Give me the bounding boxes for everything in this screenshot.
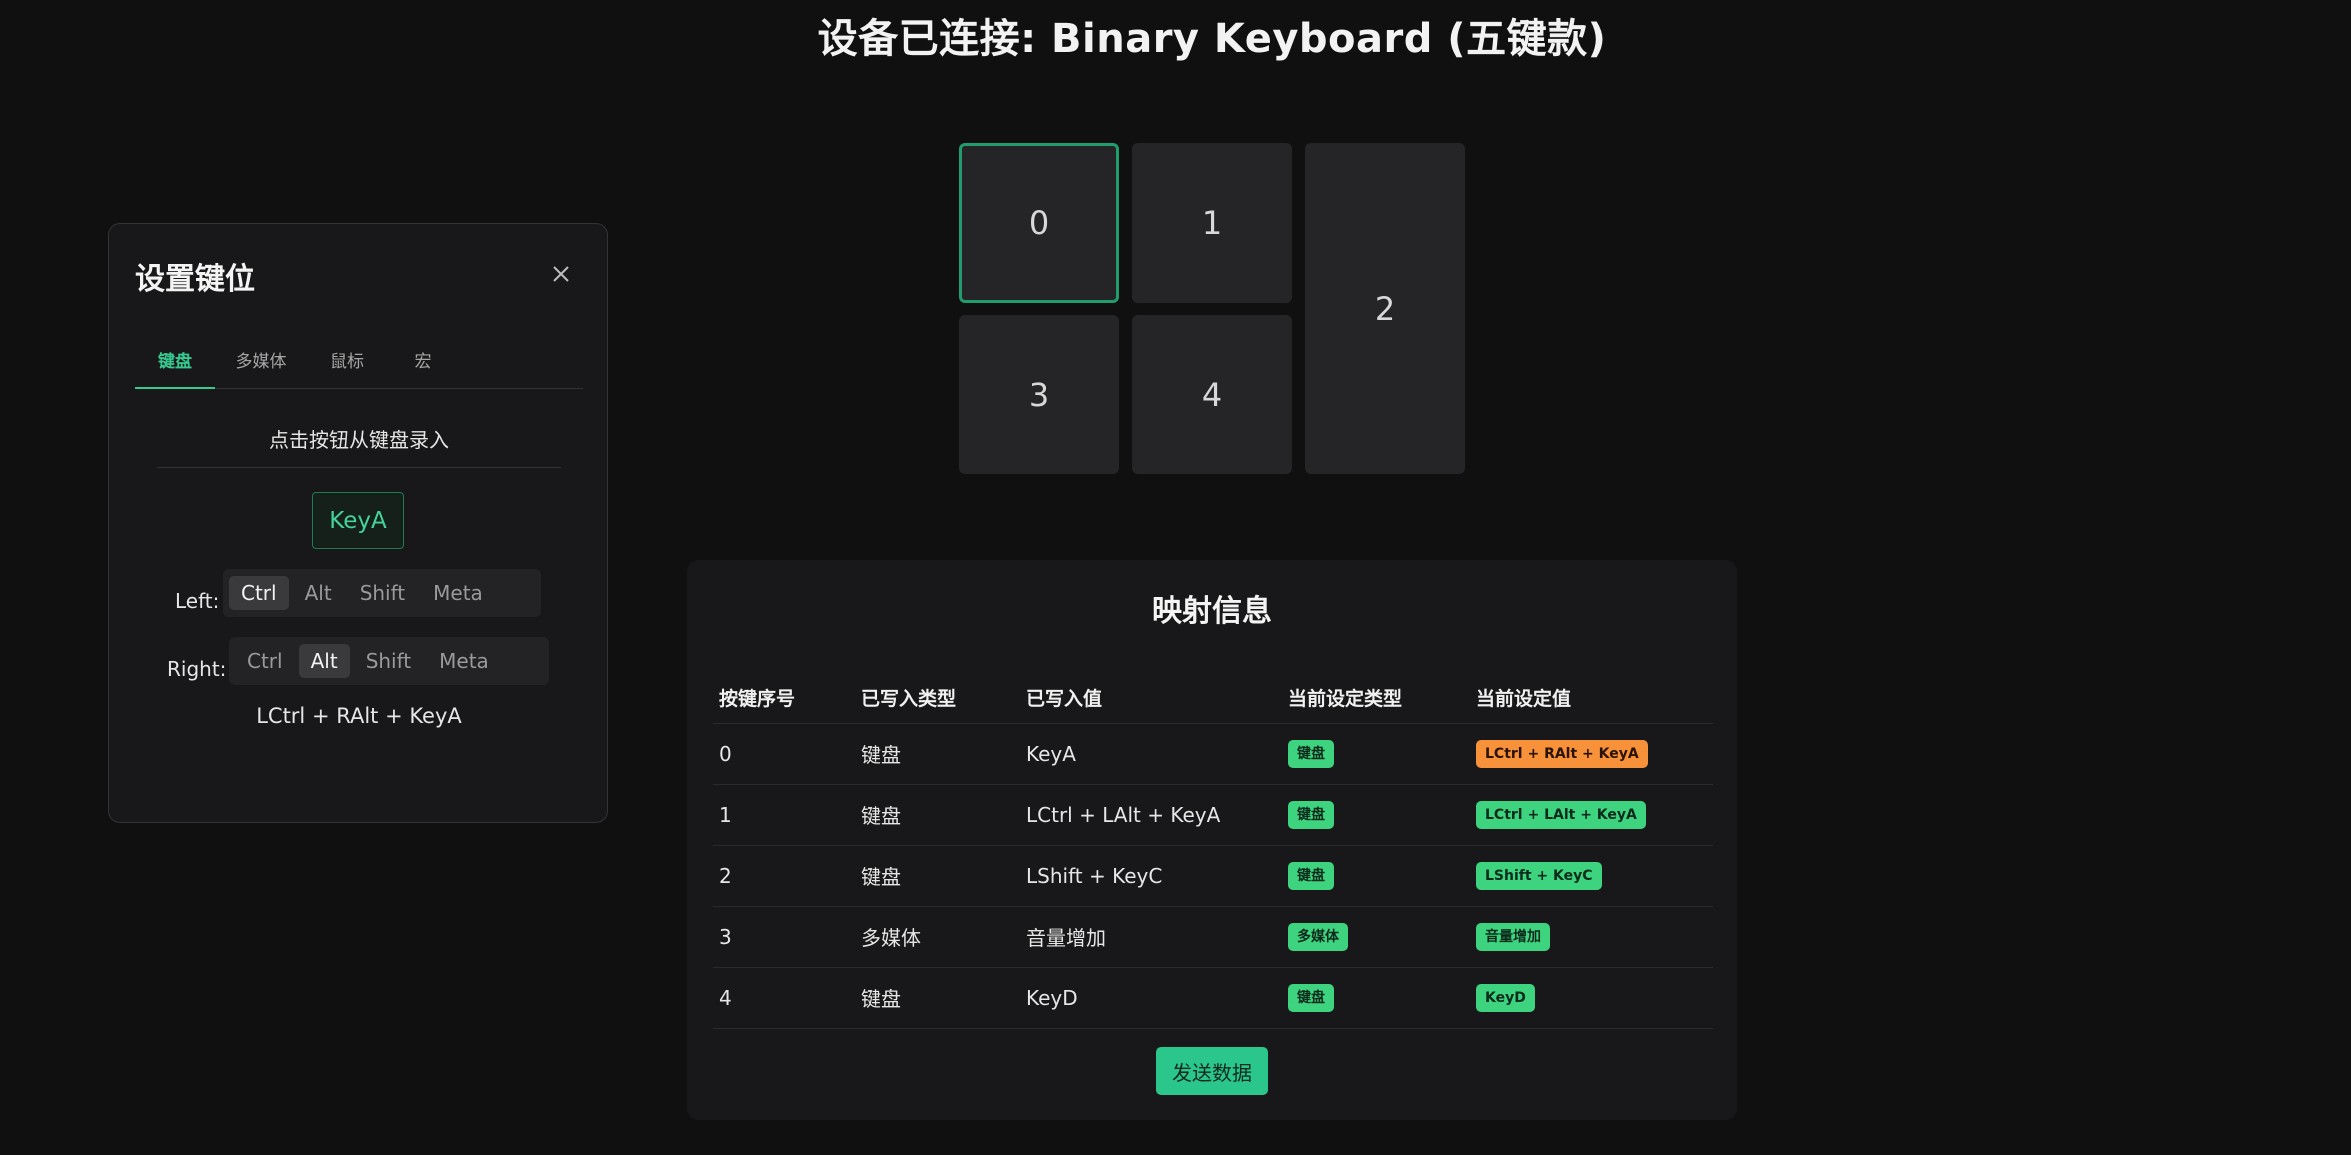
cell-index: 0 [713,723,855,785]
record-hint: 点击按钮从键盘录入 [157,424,561,468]
tab-bar: 键盘 多媒体 鼠标 宏 [135,344,583,389]
value-tag: LCtrl + LAlt + KeyA [1476,801,1646,829]
header-written-type: 已写入类型 [855,673,1020,724]
key-1[interactable]: 1 [1132,143,1292,303]
cell-current-value: LCtrl + LAlt + KeyA [1470,784,1713,846]
table-row: 3 多媒体 音量增加 多媒体 音量增加 [713,906,1713,968]
right-modifier-group: Ctrl Alt Shift Meta [229,637,549,685]
cell-written-value: LCtrl + LAlt + KeyA [1020,784,1282,846]
key-4[interactable]: 4 [1132,315,1292,474]
header-index: 按键序号 [713,673,855,724]
tab-keyboard[interactable]: 键盘 [135,344,215,389]
cell-index: 3 [713,906,855,968]
value-tag: LCtrl + RAlt + KeyA [1476,740,1648,768]
record-key-button[interactable]: KeyA [312,492,404,549]
cell-written-value: KeyD [1020,967,1282,1029]
mapping-title: 映射信息 [1152,594,1272,629]
left-ctrl-toggle[interactable]: Ctrl [229,576,289,610]
type-tag: 键盘 [1288,801,1334,829]
cell-written-type: 键盘 [855,784,1020,846]
left-alt-toggle[interactable]: Alt [293,576,344,610]
right-shift-toggle[interactable]: Shift [354,644,423,678]
cell-current-value: 音量增加 [1470,906,1713,968]
header-current-type: 当前设定类型 [1282,673,1470,724]
cell-index: 1 [713,784,855,846]
cell-written-value: 音量增加 [1020,906,1282,968]
type-tag: 键盘 [1288,984,1334,1012]
cell-current-type: 多媒体 [1282,906,1470,968]
header-current-value: 当前设定值 [1470,673,1713,724]
right-modifier-label: Right: [167,657,227,681]
cell-current-type: 键盘 [1282,845,1470,907]
cell-written-type: 键盘 [855,723,1020,785]
dialog-title: 设置键位 [135,262,255,297]
cell-current-type: 键盘 [1282,784,1470,846]
cell-current-value: LCtrl + RAlt + KeyA [1470,723,1713,785]
type-tag: 键盘 [1288,740,1334,768]
key-3[interactable]: 3 [959,315,1119,474]
key-settings-dialog: 设置键位 键盘 多媒体 鼠标 宏 点击按钮从键盘录入 KeyA Left: Ct… [108,223,608,823]
cell-current-value: KeyD [1470,967,1713,1029]
value-tag: 音量增加 [1476,923,1550,951]
table-row: 2 键盘 LShift + KeyC 键盘 LShift + KeyC [713,845,1713,907]
table-row: 4 键盘 KeyD 键盘 KeyD [713,967,1713,1029]
page-title: 设备已连接: Binary Keyboard (五键款) [817,16,1607,62]
table-row: 1 键盘 LCtrl + LAlt + KeyA 键盘 LCtrl + LAlt… [713,784,1713,846]
left-modifier-label: Left: [175,589,220,613]
cell-current-type: 键盘 [1282,723,1470,785]
cell-written-value: LShift + KeyC [1020,845,1282,907]
right-meta-toggle[interactable]: Meta [427,644,501,678]
mapping-table: 按键序号 已写入类型 已写入值 当前设定类型 当前设定值 0 键盘 KeyA 键… [713,673,1713,1029]
value-tag: LShift + KeyC [1476,862,1602,890]
cell-written-type: 键盘 [855,967,1020,1029]
tab-mouse[interactable]: 鼠标 [323,344,371,389]
type-tag: 键盘 [1288,862,1334,890]
cell-index: 4 [713,967,855,1029]
key-0[interactable]: 0 [959,143,1119,303]
left-modifier-group: Ctrl Alt Shift Meta [223,569,541,617]
header-written-value: 已写入值 [1020,673,1282,724]
cell-written-value: KeyA [1020,723,1282,785]
cell-written-type: 多媒体 [855,906,1020,968]
key-2[interactable]: 2 [1305,143,1465,474]
tab-macro[interactable]: 宏 [407,344,439,389]
table-row: 0 键盘 KeyA 键盘 LCtrl + RAlt + KeyA [713,723,1713,785]
combo-preview: LCtrl + RAlt + KeyA [256,704,462,728]
tab-multimedia[interactable]: 多媒体 [227,344,295,389]
left-meta-toggle[interactable]: Meta [421,576,495,610]
right-alt-toggle[interactable]: Alt [298,644,350,678]
cell-index: 2 [713,845,855,907]
cell-current-value: LShift + KeyC [1470,845,1713,907]
table-header-row: 按键序号 已写入类型 已写入值 当前设定类型 当前设定值 [713,673,1713,724]
mapping-panel: 映射信息 按键序号 已写入类型 已写入值 当前设定类型 当前设定值 0 键盘 K… [687,560,1737,1120]
left-shift-toggle[interactable]: Shift [348,576,417,610]
send-data-button[interactable]: 发送数据 [1156,1047,1268,1095]
type-tag: 多媒体 [1288,923,1348,951]
close-icon[interactable] [551,264,571,284]
right-ctrl-toggle[interactable]: Ctrl [235,644,295,678]
cell-current-type: 键盘 [1282,967,1470,1029]
cell-written-type: 键盘 [855,845,1020,907]
value-tag: KeyD [1476,984,1535,1012]
